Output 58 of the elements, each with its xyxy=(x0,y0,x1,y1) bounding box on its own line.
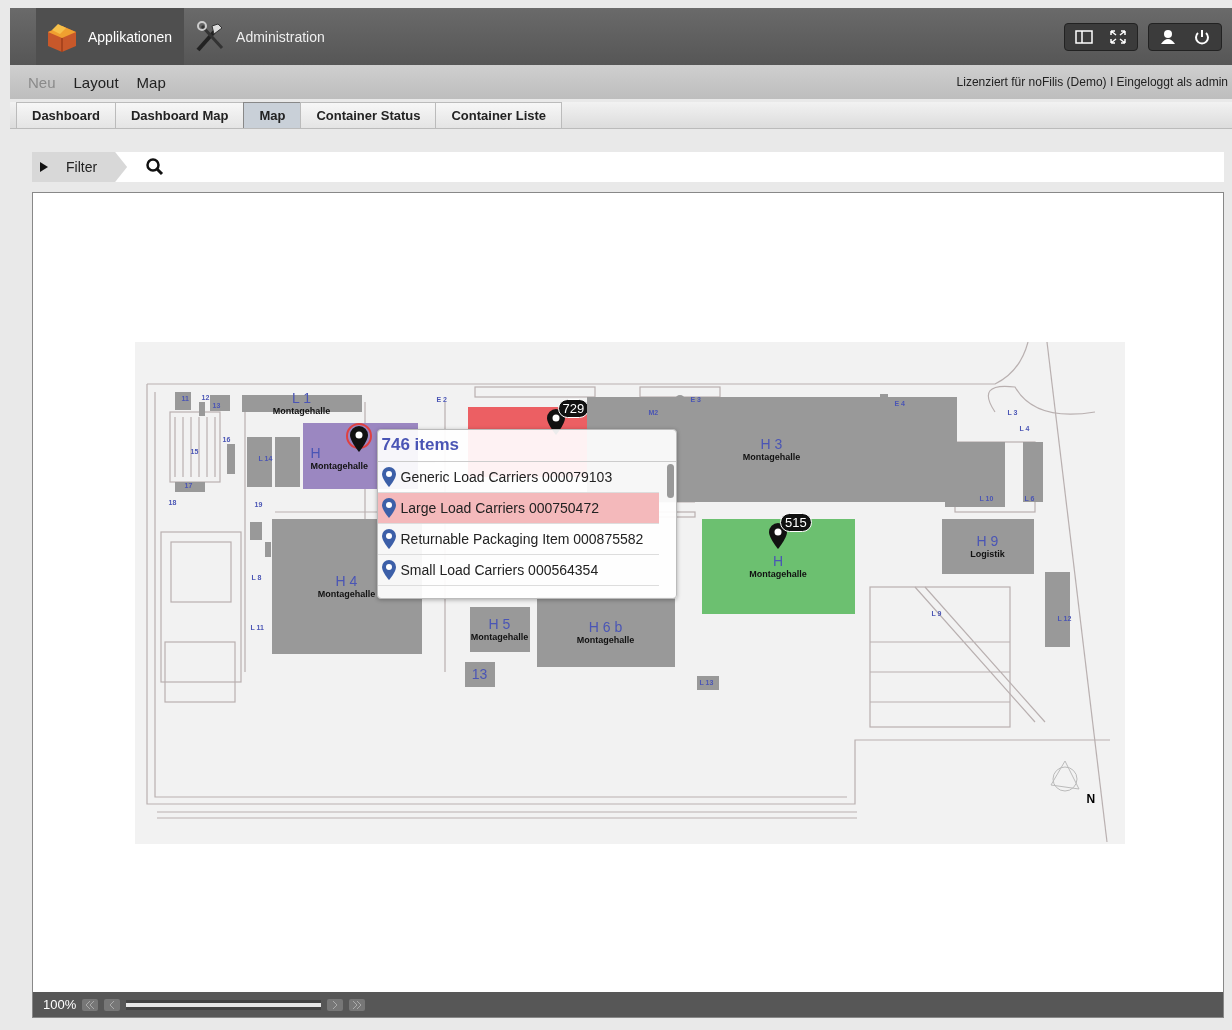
zoom-reading: 100% xyxy=(43,997,77,1012)
building-name: Montagehalle xyxy=(576,634,635,645)
building-name: Montagehalle xyxy=(742,452,801,462)
search-icon[interactable] xyxy=(145,157,166,177)
map-pin-icon xyxy=(380,528,397,549)
item-label: Returnable Packaging Item 000875582 xyxy=(400,530,644,547)
item-label: Small Load Carriers 000564354 xyxy=(400,561,599,578)
map-pin-icon xyxy=(380,559,397,580)
building-name: Montagehalle xyxy=(470,632,529,642)
popup-title: 746 items xyxy=(377,429,676,462)
building-code: H 9 xyxy=(976,533,999,549)
tab[interactable]: Dashboard Map xyxy=(114,102,245,128)
building xyxy=(174,481,205,492)
previous-button[interactable] xyxy=(104,998,121,1011)
building xyxy=(226,443,235,474)
building-name: Montagehalle xyxy=(749,569,807,579)
menu-item: Neu xyxy=(28,73,56,91)
scrollbar-thumb[interactable] xyxy=(666,463,674,498)
building-name: Montagehalle xyxy=(317,589,376,599)
user-icon[interactable] xyxy=(1158,27,1178,46)
map-pin-icon xyxy=(380,497,397,518)
popup-list-item[interactable]: Returnable Packaging Item 000875582 xyxy=(377,523,659,555)
tab[interactable]: Dashboard xyxy=(16,102,116,128)
building-code: H 5 xyxy=(488,616,511,632)
map-pin-icon xyxy=(380,466,397,487)
app-tab[interactable]: Administration xyxy=(184,8,337,65)
building-code: H 4 xyxy=(335,573,358,589)
first-button[interactable] xyxy=(82,998,99,1011)
next-button[interactable] xyxy=(327,998,344,1011)
menu-item[interactable]: Map xyxy=(136,73,166,91)
building-code: H xyxy=(310,444,321,461)
last-button[interactable] xyxy=(349,998,366,1011)
tab[interactable]: Container Status xyxy=(300,102,437,128)
item-label: Large Load Carriers 000750472 xyxy=(400,499,599,516)
panel-layout-icon[interactable] xyxy=(1074,27,1094,46)
power-icon[interactable] xyxy=(1192,27,1212,46)
license-status-text: Lizenziert für noFilis (Demo) I Eingeloggt als admin xyxy=(956,75,1229,89)
building-code: H xyxy=(772,553,784,569)
filter-toggle[interactable]: Filter xyxy=(32,152,128,182)
last-icon xyxy=(352,1000,363,1009)
tab[interactable]: Map xyxy=(243,102,302,128)
menu-item[interactable]: Layout xyxy=(73,73,119,91)
app-tab[interactable]: Applikationen xyxy=(36,8,185,65)
compass-north-label: N xyxy=(1086,791,1096,806)
building-code: H 6 b xyxy=(588,618,623,635)
tab[interactable]: Container Liste xyxy=(435,102,563,128)
popup-list-item[interactable]: Large Load Carriers 000750472 xyxy=(377,492,659,524)
fullscreen-icon[interactable] xyxy=(1108,27,1128,46)
popup-list-item[interactable]: Small Load Carriers 000564354 xyxy=(377,554,659,586)
popup-list-item[interactable]: Generic Load Carriers 000079103 xyxy=(377,461,659,493)
caret-right-icon xyxy=(40,162,48,172)
first-icon xyxy=(85,1000,96,1009)
building-code: H 3 xyxy=(760,436,783,452)
building xyxy=(198,401,205,416)
building-name: Montagehalle xyxy=(310,460,368,471)
building-code: L 1 xyxy=(292,390,311,406)
building-code: 13 xyxy=(471,666,488,682)
building-name: Logistik xyxy=(970,549,1005,559)
